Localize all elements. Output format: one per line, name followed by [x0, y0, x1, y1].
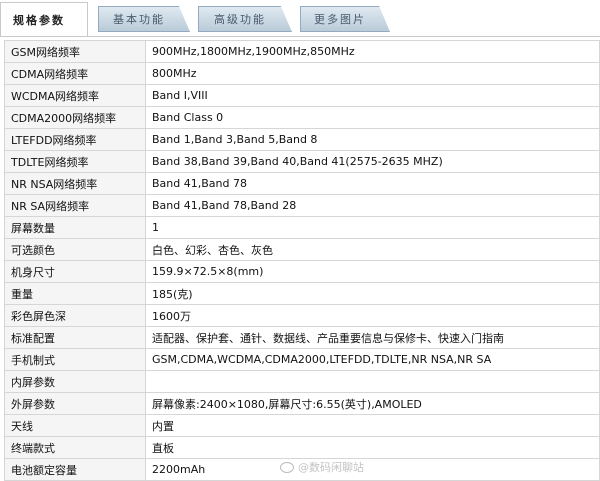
- spec-value: 159.9×72.5×8(mm): [145, 260, 600, 283]
- table-row: TDLTE网络频率 Band 38,Band 39,Band 40,Band 41…: [4, 150, 600, 173]
- spec-value: Band 38,Band 39,Band 40,Band 41(2575-263…: [145, 150, 600, 173]
- spec-label: 标准配置: [4, 326, 146, 349]
- spec-label: 可选颜色: [4, 238, 146, 261]
- spec-label: 电池额定容量: [4, 458, 146, 481]
- watermark-text: @数码闲聊站: [298, 461, 364, 474]
- spec-value: 2200mAh: [145, 458, 600, 481]
- tab-advanced-functions[interactable]: 高级功能: [198, 6, 292, 32]
- table-row: 内屏参数: [4, 370, 600, 393]
- table-row: 天线 内置: [4, 414, 600, 437]
- spec-value: Band 41,Band 78,Band 28: [145, 194, 600, 217]
- spec-label: CDMA网络频率: [4, 62, 146, 85]
- tab-specs[interactable]: 规格参数: [0, 2, 88, 36]
- spec-value: 白色、幻彩、杏色、灰色: [145, 238, 600, 261]
- table-row: 终端款式 直板: [4, 436, 600, 459]
- spec-value: 1600万: [145, 304, 600, 327]
- spec-label: 重量: [4, 282, 146, 305]
- spec-label: 天线: [4, 414, 146, 437]
- spec-value: Band Class 0: [145, 106, 600, 129]
- tab-more-pictures[interactable]: 更多图片: [300, 6, 390, 32]
- table-row: 可选颜色 白色、幻彩、杏色、灰色: [4, 238, 600, 261]
- spec-label: TDLTE网络频率: [4, 150, 146, 173]
- spec-label: WCDMA网络频率: [4, 84, 146, 107]
- spec-label: 终端款式: [4, 436, 146, 459]
- table-row: CDMA2000网络频率 Band Class 0: [4, 106, 600, 129]
- table-row: GSM网络频率 900MHz,1800MHz,1900MHz,850MHz: [4, 40, 600, 63]
- spec-value: Band I,VIII: [145, 84, 600, 107]
- spec-label: 外屏参数: [4, 392, 146, 415]
- spec-label: GSM网络频率: [4, 40, 146, 63]
- spec-label: 彩色屏色深: [4, 304, 146, 327]
- table-row: 标准配置 适配器、保护套、通针、数据线、产品重要信息与保修卡、快速入门指南: [4, 326, 600, 349]
- spec-label: NR SA网络频率: [4, 194, 146, 217]
- spec-value: GSM,CDMA,WCDMA,CDMA2000,LTEFDD,TDLTE,NR …: [145, 348, 600, 371]
- spec-label: CDMA2000网络频率: [4, 106, 146, 129]
- spec-value: [145, 370, 600, 393]
- table-row: NR SA网络频率 Band 41,Band 78,Band 28: [4, 194, 600, 217]
- spec-value: 1: [145, 216, 600, 239]
- table-row: WCDMA网络频率 Band I,VIII: [4, 84, 600, 107]
- spec-label: NR NSA网络频率: [4, 172, 146, 195]
- table-row: 屏幕数量 1: [4, 216, 600, 239]
- spec-value: 800MHz: [145, 62, 600, 85]
- spec-value: 185(克): [145, 282, 600, 305]
- table-row: 彩色屏色深 1600万: [4, 304, 600, 327]
- table-row: NR NSA网络频率 Band 41,Band 78: [4, 172, 600, 195]
- spec-value: Band 1,Band 3,Band 5,Band 8: [145, 128, 600, 151]
- table-row: 重量 185(克): [4, 282, 600, 305]
- spec-label: LTEFDD网络频率: [4, 128, 146, 151]
- table-row: 外屏参数 屏幕像素:2400×1080,屏幕尺寸:6.55(英寸),AMOLED: [4, 392, 600, 415]
- tab-bar: 规格参数 基本功能 高级功能 更多图片: [0, 0, 600, 37]
- watermark: @数码闲聊站: [280, 459, 364, 475]
- spec-label: 机身尺寸: [4, 260, 146, 283]
- spec-value: Band 41,Band 78: [145, 172, 600, 195]
- spec-value: 适配器、保护套、通针、数据线、产品重要信息与保修卡、快速入门指南: [145, 326, 600, 349]
- spec-label: 手机制式: [4, 348, 146, 371]
- spec-value: 屏幕像素:2400×1080,屏幕尺寸:6.55(英寸),AMOLED: [145, 392, 600, 415]
- spec-value: 900MHz,1800MHz,1900MHz,850MHz: [145, 40, 600, 63]
- spec-table: GSM网络频率 900MHz,1800MHz,1900MHz,850MHz CDMA…: [4, 40, 600, 481]
- weibo-icon: [280, 461, 294, 473]
- tab-basic-functions[interactable]: 基本功能: [98, 6, 190, 32]
- spec-label: 内屏参数: [4, 370, 146, 393]
- table-row: 手机制式 GSM,CDMA,WCDMA,CDMA2000,LTEFDD,TDLTE…: [4, 348, 600, 371]
- table-row: CDMA网络频率 800MHz: [4, 62, 600, 85]
- spec-label: 屏幕数量: [4, 216, 146, 239]
- spec-value: 直板: [145, 436, 600, 459]
- table-row: 机身尺寸 159.9×72.5×8(mm): [4, 260, 600, 283]
- spec-value: 内置: [145, 414, 600, 437]
- table-row: LTEFDD网络频率 Band 1,Band 3,Band 5,Band 8: [4, 128, 600, 151]
